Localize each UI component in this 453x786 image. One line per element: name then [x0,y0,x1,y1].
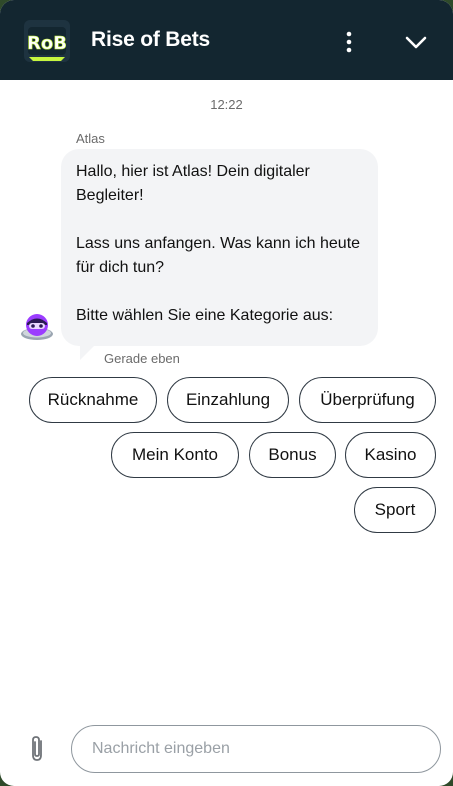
message-paragraph: Lass uns anfangen. Was kann ich heute fü… [76,235,361,276]
message-status: Gerade eben [104,351,180,366]
chevron-down-icon[interactable] [402,30,430,54]
quick-reply-mein-konto[interactable]: Mein Konto [111,432,239,478]
kebab-menu-icon[interactable] [336,28,362,56]
logo-text: RoB [27,33,67,54]
composer [0,710,453,786]
quick-reply-einzahlung[interactable]: Einzahlung [167,377,289,423]
message-paragraph: Hallo, hier ist Atlas! Dein digitaler Be… [76,163,310,204]
sender-name: Atlas [76,131,105,146]
rob-logo: RoB [24,20,70,62]
paperclip-icon[interactable] [26,734,48,764]
quick-reply-bonus[interactable]: Bonus [249,432,336,478]
chat-timestamp: 12:22 [210,97,243,112]
quick-reply-ruecknahme[interactable]: Rücknahme [29,377,157,423]
app-title: Rise of Bets [91,28,210,51]
chat-widget: RoB Rise of Bets 12:22 Atlas Hallo, hier… [0,0,453,786]
bot-message-bubble: Hallo, hier ist Atlas! Dein digitaler Be… [61,149,378,346]
quick-reply-sport[interactable]: Sport [354,487,436,533]
chat-header: RoB Rise of Bets [0,0,453,80]
message-input[interactable] [71,725,441,773]
bot-avatar-icon [21,314,53,340]
quick-reply-kasino[interactable]: Kasino [345,432,436,478]
message-paragraph: Bitte wählen Sie eine Kategorie aus: [76,307,334,324]
bubble-tail [80,346,94,360]
quick-reply-ueberpruefung[interactable]: Überprüfung [299,377,436,423]
